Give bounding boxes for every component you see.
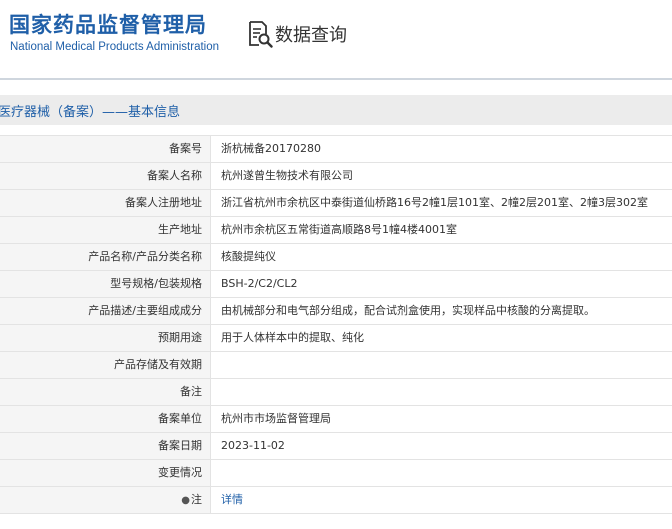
logo-chinese[interactable]: 国家药品监督管理局 [9, 9, 207, 39]
field-label: 生产地址 [0, 217, 211, 243]
field-value [211, 460, 672, 486]
field-value: 用于人体样本中的提取、纯化 [221, 331, 364, 344]
detail-table: 备案号 浙杭械备20170280 备案人名称 杭州遂曾生物技术有限公司 备案人注… [0, 135, 672, 514]
note-label: ●注 [0, 487, 211, 513]
data-query-link[interactable]: 数据查询 [247, 20, 347, 48]
field-value: 浙江省杭州市余杭区中泰街道仙桥路16号2幢1层101室、2幢2层201室、2幢3… [221, 196, 648, 209]
table-row: 产品存储及有效期 [0, 352, 672, 379]
table-row: 备案人注册地址 浙江省杭州市余杭区中泰街道仙桥路16号2幢1层101室、2幢2层… [0, 190, 672, 217]
field-label: 产品名称/产品分类名称 [0, 244, 211, 270]
pin-icon: ● [181, 495, 190, 506]
table-row: 备案号 浙杭械备20170280 [0, 136, 672, 163]
details-link[interactable]: 详情 [221, 493, 243, 506]
site-header: 国家药品监督管理局 National Medical Products Admi… [0, 0, 672, 78]
header-divider [0, 78, 672, 80]
section-header: 医疗器械（备案）——基本信息 [0, 95, 672, 125]
field-value: 浙杭械备20170280 [221, 142, 321, 155]
field-value: 由机械部分和电气部分组成，配合试剂盒使用，实现样品中核酸的分离提取。 [221, 304, 595, 317]
table-row: 生产地址 杭州市余杭区五常街道高顺路8号1幢4楼4001室 [0, 217, 672, 244]
table-row: 变更情况 [0, 460, 672, 487]
table-row: 产品描述/主要组成成分 由机械部分和电气部分组成，配合试剂盒使用，实现样品中核酸… [0, 298, 672, 325]
field-value: 核酸提纯仪 [221, 250, 276, 263]
logo-english[interactable]: National Medical Products Administration [10, 41, 219, 53]
field-value: 杭州市余杭区五常街道高顺路8号1幢4楼4001室 [221, 223, 457, 236]
field-value [211, 379, 672, 405]
note-label-text: 注 [191, 493, 202, 506]
field-value: 杭州遂曾生物技术有限公司 [221, 169, 353, 182]
note-value: 详情 [211, 487, 672, 513]
field-label: 备案人名称 [0, 163, 211, 189]
section-title: 医疗器械（备案）——基本信息 [0, 104, 181, 120]
table-row: 备案单位 杭州市市场监督管理局 [0, 406, 672, 433]
field-label: 预期用途 [0, 325, 211, 351]
field-value: 杭州市市场监督管理局 [221, 412, 331, 425]
field-label: 备案单位 [0, 406, 211, 432]
note-row: ●注 详情 [0, 487, 672, 514]
field-label: 备案号 [0, 136, 211, 162]
table-row: 备案日期 2023-11-02 [0, 433, 672, 460]
field-label: 备案人注册地址 [0, 190, 211, 216]
table-row: 型号规格/包装规格 BSH-2/C2/CL2 [0, 271, 672, 298]
field-label: 型号规格/包装规格 [0, 271, 211, 297]
field-value: 2023-11-02 [221, 439, 285, 452]
document-search-icon [249, 21, 273, 48]
table-row: 预期用途 用于人体样本中的提取、纯化 [0, 325, 672, 352]
field-label: 变更情况 [0, 460, 211, 486]
field-label: 产品描述/主要组成成分 [0, 298, 211, 324]
field-label: 产品存储及有效期 [0, 352, 211, 378]
field-value [211, 352, 672, 378]
field-label: 备注 [0, 379, 211, 405]
data-query-label: 数据查询 [275, 25, 347, 46]
table-row: 产品名称/产品分类名称 核酸提纯仪 [0, 244, 672, 271]
table-row: 备案人名称 杭州遂曾生物技术有限公司 [0, 163, 672, 190]
field-value: BSH-2/C2/CL2 [221, 277, 298, 290]
table-row: 备注 [0, 379, 672, 406]
field-label: 备案日期 [0, 433, 211, 459]
